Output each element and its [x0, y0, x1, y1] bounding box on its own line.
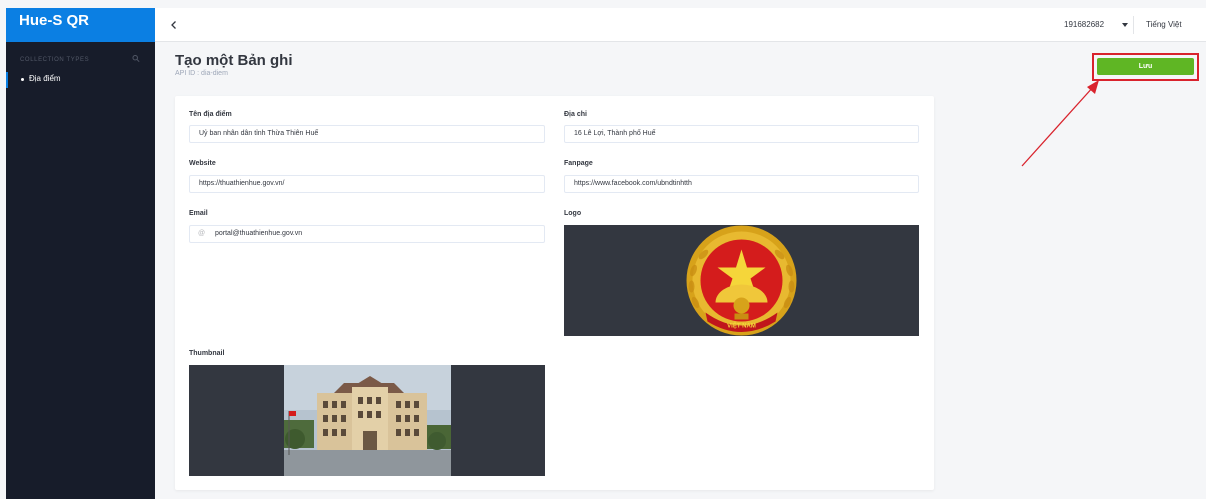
logo-label: Logo: [564, 210, 582, 217]
website-input[interactable]: https://thuathienhue.gov.vn/: [189, 175, 545, 193]
email-input[interactable]: @ portal@thuathienhue.gov.vn: [189, 225, 545, 243]
form-card: Tên địa điểm Uỷ ban nhân dân tỉnh Thừa T…: [175, 96, 934, 490]
sidebar-item-label: Địa điểm: [29, 74, 61, 83]
search-icon[interactable]: [132, 54, 140, 63]
national-emblem-icon: VIỆT NAM: [686, 225, 797, 336]
email-label: Email: [189, 210, 208, 217]
dia-chi-label: Địa chỉ: [564, 111, 587, 118]
page-title: Tạo một Bản ghi: [175, 52, 293, 69]
language-switcher[interactable]: Tiếng Việt: [1146, 20, 1182, 29]
brand-header[interactable]: Hue-S QR: [6, 8, 155, 42]
sidebar-item-dia-diem[interactable]: Địa điểm: [6, 72, 155, 88]
emblem-text: VIỆT NAM: [727, 322, 756, 330]
annotation-arrow-icon: [1021, 80, 1099, 167]
website-label: Website: [189, 160, 216, 167]
building-photo-icon: [284, 365, 451, 476]
chevron-left-icon[interactable]: [167, 18, 181, 32]
app-root: Hue-S QR COLLECTION TYPES Địa điểm 19168…: [0, 0, 1206, 499]
bullet-icon: [21, 78, 24, 81]
ten-dia-diem-label: Tên địa điểm: [189, 111, 232, 118]
top-header: 191682682 Tiếng Việt: [155, 8, 1206, 42]
collection-types-header: COLLECTION TYPES: [6, 48, 155, 72]
thumbnail-upload[interactable]: [189, 365, 545, 476]
fanpage-input[interactable]: https://www.facebook.com/ubndtinhtth: [564, 175, 919, 193]
caret-down-icon[interactable]: [1122, 23, 1128, 27]
header-divider: [1133, 16, 1134, 34]
api-id: API ID : dia-diem: [175, 70, 228, 77]
highlight-box: [1092, 53, 1199, 81]
fanpage-label: Fanpage: [564, 160, 593, 167]
thumbnail-label: Thumbnail: [189, 350, 225, 357]
sidebar: Hue-S QR COLLECTION TYPES Địa điểm: [6, 8, 155, 499]
brand-name: Hue-S QR: [19, 12, 90, 29]
at-sign-icon: @: [198, 230, 206, 237]
ten-dia-diem-input[interactable]: Uỷ ban nhân dân tỉnh Thừa Thiên Huế: [189, 125, 545, 143]
email-value: portal@thuathienhue.gov.vn: [215, 230, 303, 237]
dia-chi-input[interactable]: 16 Lê Lợi, Thành phố Huế: [564, 125, 919, 143]
active-indicator: [6, 72, 8, 88]
logo-upload[interactable]: VIỆT NAM: [564, 225, 919, 336]
user-menu[interactable]: 191682682: [1064, 20, 1104, 29]
collection-types-label: COLLECTION TYPES: [20, 57, 90, 63]
